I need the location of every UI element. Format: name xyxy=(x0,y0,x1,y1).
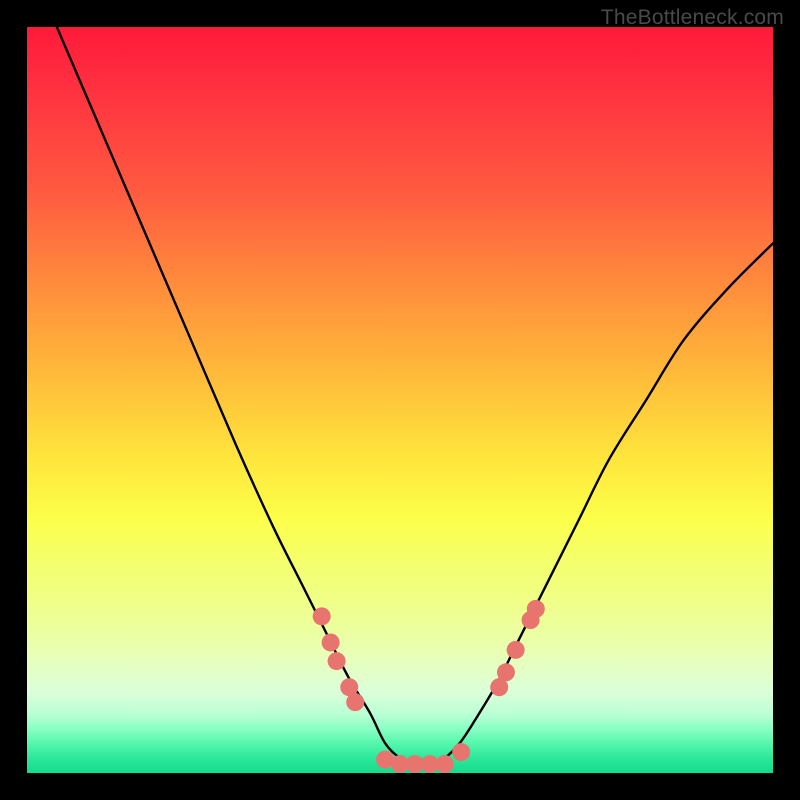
chart-container: TheBottleneck.com xyxy=(0,0,800,800)
data-marker xyxy=(507,641,525,659)
chart-svg xyxy=(27,27,773,773)
plot-area xyxy=(27,27,773,773)
data-marker xyxy=(313,607,331,625)
data-marker xyxy=(322,633,340,651)
marker-group xyxy=(313,600,545,773)
data-marker xyxy=(328,652,346,670)
data-marker xyxy=(497,663,515,681)
data-marker xyxy=(436,755,454,773)
data-marker xyxy=(452,743,470,761)
data-marker xyxy=(527,600,545,618)
bottleneck-curve xyxy=(57,27,773,766)
data-marker xyxy=(346,693,364,711)
